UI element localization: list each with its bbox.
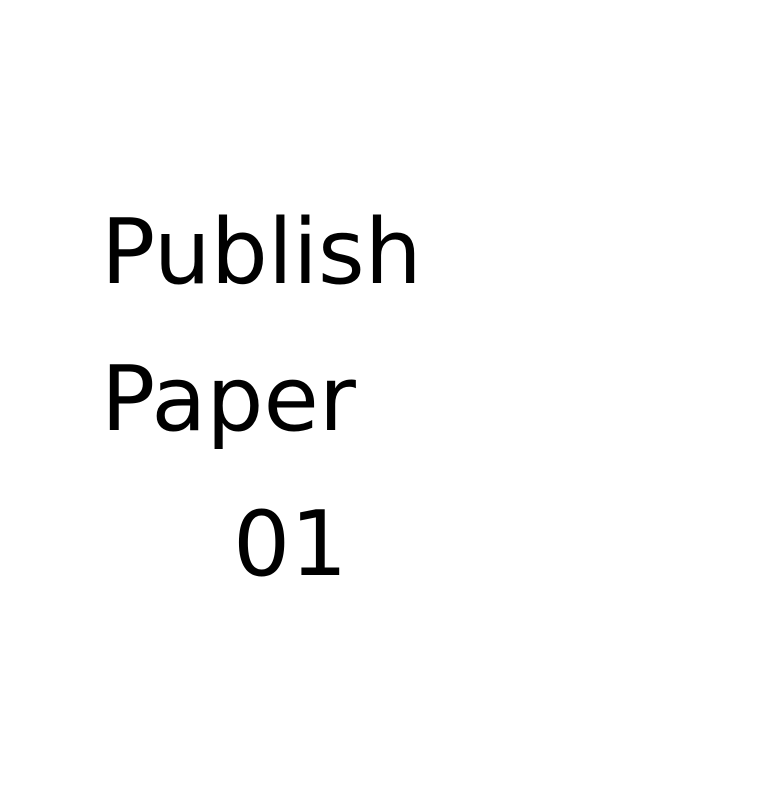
title-line-paper: Paper: [101, 347, 356, 452]
title-line-publish: Publish: [101, 200, 422, 305]
text-canvas: Publish Paper 01: [0, 0, 778, 796]
title-line-number: 01: [233, 492, 348, 597]
